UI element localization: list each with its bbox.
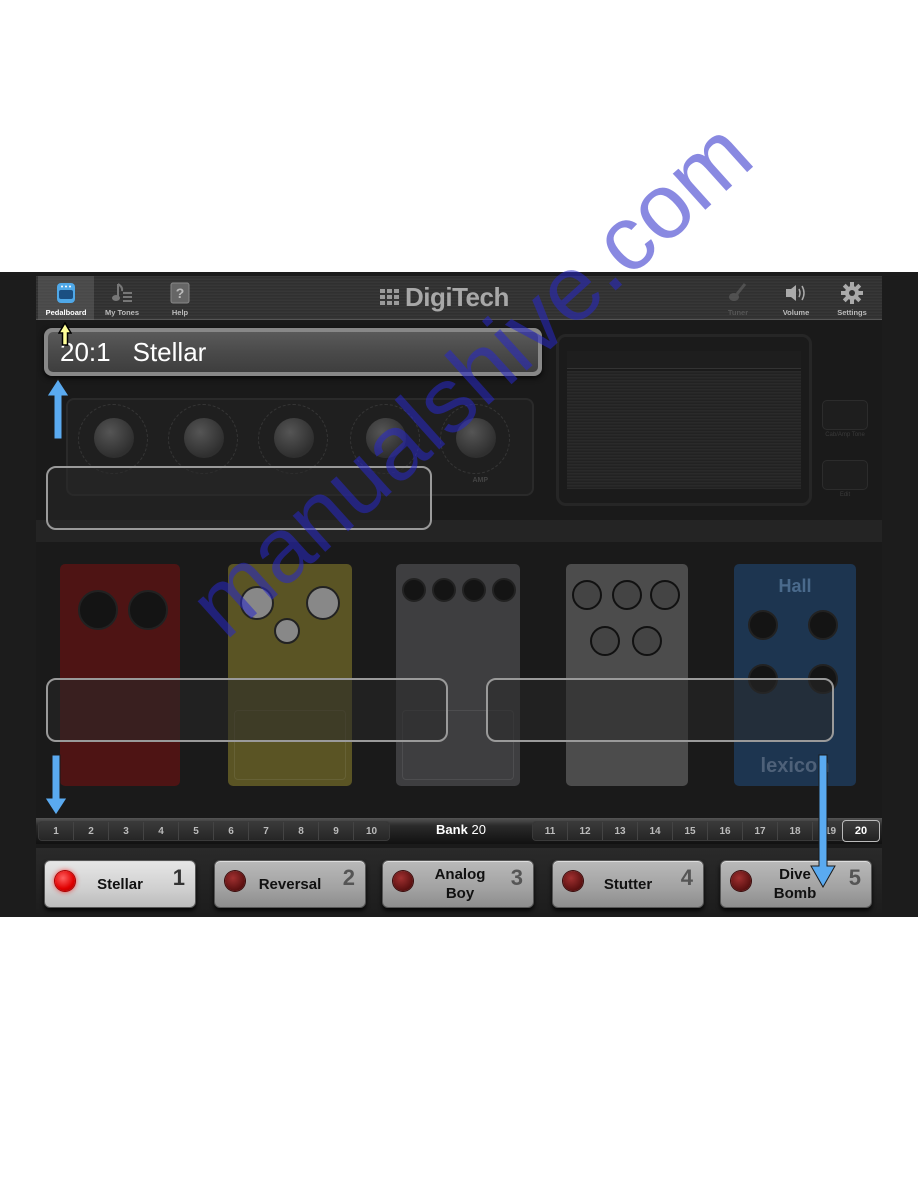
preset-button-3[interactable]: Analog Boy 3 [382, 860, 534, 908]
bank-label-value: 20 [471, 822, 486, 837]
callout-pedals-left [46, 678, 448, 742]
led-off-icon [225, 871, 245, 891]
bank-button[interactable]: 17 [743, 822, 778, 840]
preset-display-inner: 20:1 Stellar [48, 332, 538, 372]
pedal-red[interactable] [60, 564, 180, 786]
bank-label-prefix: Bank [436, 822, 468, 837]
amp-label: AMP [472, 477, 488, 484]
preset-button-index: 4 [680, 865, 693, 890]
bank-button[interactable]: 15 [673, 822, 708, 840]
digitech-app: Pedalboard My Tones ? Help DigiTech Tune… [36, 276, 882, 916]
nav-label: My Tones [104, 308, 140, 317]
led-off-icon [563, 871, 583, 891]
bank-button[interactable]: 9 [319, 822, 354, 840]
pedal-delay[interactable] [566, 564, 688, 786]
edit-button[interactable] [822, 460, 868, 490]
amp-knob[interactable] [94, 418, 134, 458]
arrow-up-blue-icon [46, 378, 70, 440]
bank-group-left: 1 2 3 4 5 6 7 8 9 10 [38, 821, 390, 841]
bank-button[interactable]: 13 [603, 822, 638, 840]
preset-button-name: Analog Boy [434, 866, 486, 902]
nav-pedalboard[interactable]: Pedalboard [38, 276, 94, 320]
amp-knob[interactable] [274, 418, 314, 458]
pedal-hall-title: Hall [778, 576, 812, 596]
bank-button-current[interactable]: 20 [842, 820, 880, 842]
amp-knob[interactable] [366, 418, 406, 458]
bank-button[interactable]: 11 [533, 822, 568, 840]
bank-button[interactable]: 16 [708, 822, 743, 840]
digitech-logo: DigiTech [380, 282, 540, 312]
bank-button[interactable]: 10 [354, 822, 389, 840]
bank-button[interactable]: 2 [74, 822, 109, 840]
arrow-down-blue-long-icon [810, 754, 836, 888]
amp-knob[interactable] [184, 418, 224, 458]
speaker-cabinet[interactable] [556, 334, 812, 506]
preset-title: Stellar [132, 336, 207, 367]
speaker-grille [567, 371, 801, 489]
nav-label: Help [171, 308, 189, 317]
bank-button[interactable]: 8 [284, 822, 319, 840]
bank-group-right: 11 12 13 14 15 16 17 18 19 [532, 821, 849, 841]
svg-text:?: ? [176, 285, 185, 301]
preset-button-name: Reversal [258, 875, 322, 893]
arrow-up-yellow-icon [58, 322, 72, 346]
preset-button-2[interactable]: Reversal 2 [214, 860, 366, 908]
bank-button[interactable]: 18 [778, 822, 813, 840]
nav-settings[interactable]: Settings [824, 276, 880, 320]
preset-button-index: 1 [172, 865, 185, 890]
led-off-icon [393, 871, 413, 891]
preset-button-index: 5 [848, 865, 861, 890]
preset-button-index: 3 [510, 865, 523, 890]
music-note-icon [110, 281, 134, 305]
nav-help[interactable]: ? Help [152, 276, 208, 320]
bank-button[interactable]: 5 [179, 822, 214, 840]
callout-pedals-right [486, 678, 834, 742]
preset-button-name: Stutter [603, 875, 653, 893]
preset-button-name: Stellar [97, 875, 143, 893]
preset-button-5[interactable]: Dive Bomb 5 [720, 860, 872, 908]
nav-tuner[interactable]: Tuner [710, 276, 766, 320]
nav-label: Settings [837, 308, 867, 317]
nav-label: Tuner [727, 308, 749, 317]
nav-my-tones[interactable]: My Tones [94, 276, 150, 320]
help-icon: ? [168, 281, 192, 305]
pedal-brand: lexicon [760, 755, 830, 777]
bank-button[interactable]: 4 [144, 822, 179, 840]
preset-name-display[interactable]: 20:1 Stellar [44, 328, 542, 376]
led-off-icon [731, 871, 751, 891]
bank-button[interactable]: 3 [109, 822, 144, 840]
logo-dots-icon [380, 289, 399, 305]
pedalboard-icon [54, 281, 78, 305]
pedal-hall-reverb[interactable]: Hall lexicon [734, 564, 856, 786]
preset-footswitch-row: Stellar 1 Reversal 2 Analog Boy 3 Stutte… [36, 848, 882, 916]
pedal-screamer[interactable] [228, 564, 352, 786]
preset-button-index: 2 [342, 865, 355, 890]
preset-button-4[interactable]: Stutter 4 [552, 860, 704, 908]
amp-knob[interactable] [456, 418, 496, 458]
cab-amp-tone-button[interactable] [822, 400, 868, 430]
logo-text: DigiTech [405, 281, 509, 312]
guitar-tuner-icon [726, 281, 750, 305]
edit-label: Edit [839, 492, 851, 498]
pedal-phaser[interactable] [396, 564, 520, 786]
top-nav-bar: Pedalboard My Tones ? Help DigiTech Tune… [36, 276, 882, 320]
preset-button-1[interactable]: Stellar 1 [44, 860, 196, 908]
speaker-icon [784, 281, 808, 305]
nav-volume[interactable]: Volume [768, 276, 824, 320]
bank-label: Bank 20 [396, 822, 526, 837]
bank-button[interactable]: 6 [214, 822, 249, 840]
bank-button[interactable]: 7 [249, 822, 284, 840]
nav-label: Pedalboard [45, 308, 87, 317]
nav-label: Volume [782, 308, 810, 317]
bank-bar: 1 2 3 4 5 6 7 8 9 10 Bank 20 11 12 13 14… [36, 818, 882, 844]
gear-icon [840, 281, 864, 305]
bank-button[interactable]: 12 [568, 822, 603, 840]
bank-button[interactable]: 14 [638, 822, 673, 840]
arrow-down-blue-icon [44, 754, 68, 816]
led-on-icon [55, 871, 75, 891]
callout-amp [46, 466, 432, 530]
bank-button[interactable]: 1 [39, 822, 74, 840]
cab-amp-tone-label: Cab/Amp Tone [825, 432, 865, 438]
